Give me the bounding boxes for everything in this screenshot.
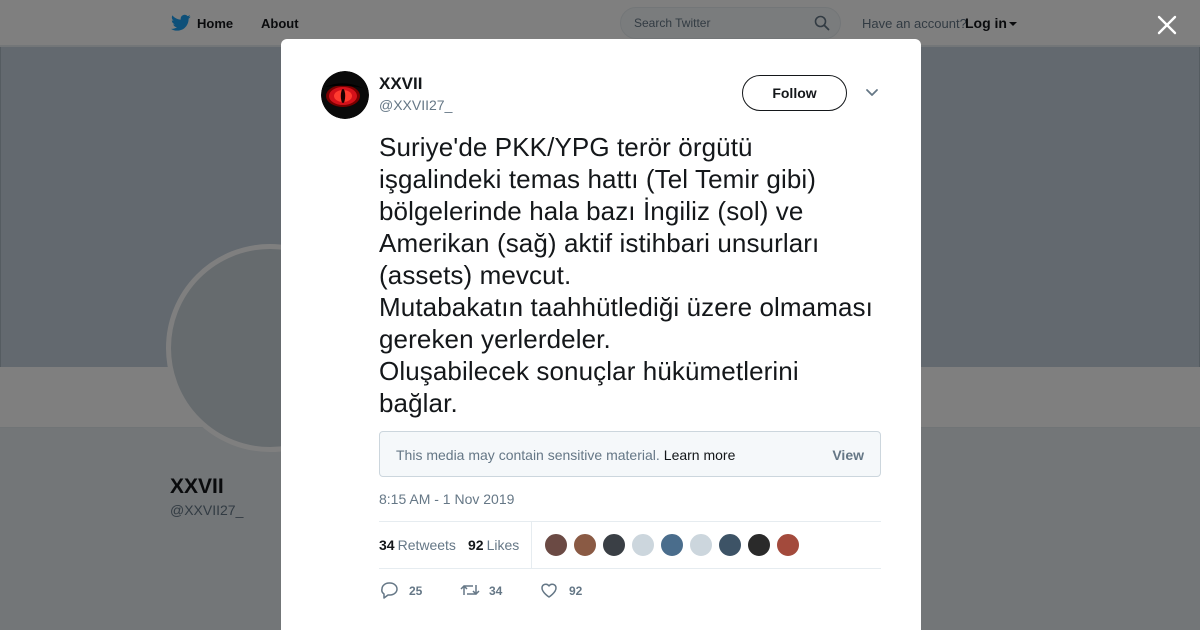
- tweet-stats: 34 Retweets 92 Likes: [379, 521, 881, 569]
- close-icon[interactable]: [1154, 12, 1180, 38]
- author-avatar[interactable]: [321, 71, 369, 119]
- heart-icon[interactable]: [539, 581, 559, 599]
- retweet-count[interactable]: 34: [489, 584, 502, 598]
- retweets-label[interactable]: Retweets: [398, 537, 456, 553]
- sensitive-message: This media may contain sensitive materia…: [396, 447, 735, 463]
- likes-label[interactable]: Likes: [487, 537, 520, 553]
- author-handle[interactable]: @XXVII27_: [379, 97, 452, 113]
- tweet-timestamp[interactable]: 8:15 AM - 1 Nov 2019: [379, 491, 514, 507]
- learn-more-link[interactable]: Learn more: [664, 447, 736, 463]
- stat-divider: [531, 522, 532, 569]
- reply-icon[interactable]: [379, 581, 399, 599]
- sensitive-message-text: This media may contain sensitive materia…: [396, 447, 660, 463]
- likes-count[interactable]: 92: [468, 537, 484, 553]
- chevron-down-icon[interactable]: [865, 88, 879, 98]
- liker-avatar[interactable]: [689, 533, 713, 557]
- avatar-eye-image: [321, 71, 369, 119]
- like-count[interactable]: 92: [569, 584, 582, 598]
- liker-avatar[interactable]: [602, 533, 626, 557]
- liker-avatar[interactable]: [573, 533, 597, 557]
- retweet-icon[interactable]: [459, 581, 481, 599]
- reply-count[interactable]: 25: [409, 584, 422, 598]
- liker-avatar[interactable]: [776, 533, 800, 557]
- liker-avatar[interactable]: [544, 533, 568, 557]
- tweet-modal: XXVII @XXVII27_ Follow Suriye'de PKK/YPG…: [281, 39, 921, 630]
- liker-avatar[interactable]: [631, 533, 655, 557]
- sensitive-media-warning: This media may contain sensitive materia…: [379, 431, 881, 477]
- liker-avatar[interactable]: [718, 533, 742, 557]
- follow-button[interactable]: Follow: [742, 75, 847, 111]
- tweet-actions: 25 34 92: [379, 579, 881, 601]
- tweet-text: Suriye'de PKK/YPG terör örgütü işgalinde…: [379, 132, 873, 418]
- author-name[interactable]: XXVII: [379, 74, 422, 94]
- retweets-count[interactable]: 34: [379, 537, 395, 553]
- view-button[interactable]: View: [832, 447, 864, 463]
- retweets-stat[interactable]: 34 Retweets: [379, 537, 456, 553]
- likes-stat[interactable]: 92 Likes: [468, 537, 519, 553]
- liker-avatar[interactable]: [747, 533, 771, 557]
- liker-avatar[interactable]: [660, 533, 684, 557]
